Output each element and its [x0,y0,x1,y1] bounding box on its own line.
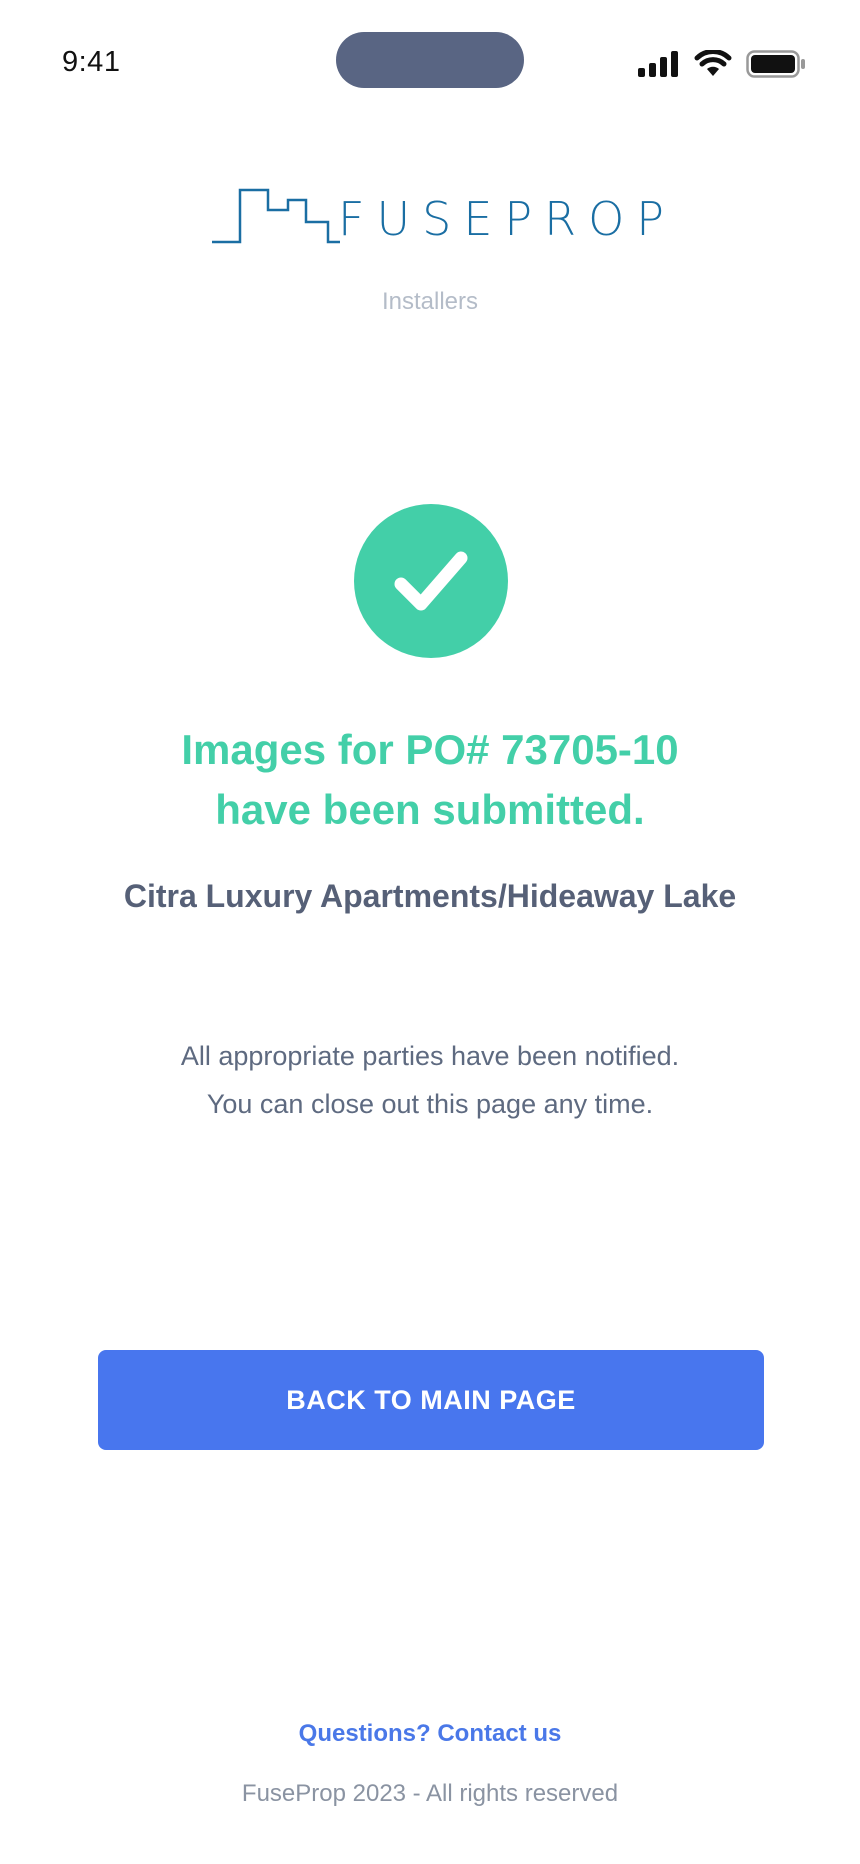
submission-headline: Images for PO# 73705-10 have been submit… [0,720,860,840]
battery-icon [746,50,806,78]
signal-icon [638,51,680,77]
dynamic-island [336,32,524,88]
fuseprop-logo: FUSEPROP [210,186,664,248]
property-name: Citra Luxury Apartments/Hideaway Lake [123,878,737,914]
logo-wordmark: FUSEPROP [338,192,677,246]
headline-line-1: Images for PO# 73705-10 [181,726,679,773]
confirmation-screen: 9:41 FUSEPROP Installers Images for PO# … [0,0,860,1864]
status-time: 9:41 [62,46,121,78]
copyright-text: FuseProp 2023 - All rights reserved [241,1780,619,1807]
back-to-main-page-button[interactable]: BACK TO MAIN PAGE [98,1350,764,1450]
checkmark-icon [394,551,468,611]
notification-message: All appropriate parties have been notifi… [0,1032,860,1128]
message-line-2: You can close out this page any time. [206,1089,654,1119]
success-badge [354,504,508,658]
message-line-1: All appropriate parties have been notifi… [180,1041,680,1071]
app-subtitle: Installers [381,288,479,315]
status-icons [638,50,806,78]
wifi-icon [694,50,732,78]
contact-us-link[interactable]: Questions? Contact us [0,1720,860,1748]
headline-line-2: have been submitted. [215,786,645,833]
